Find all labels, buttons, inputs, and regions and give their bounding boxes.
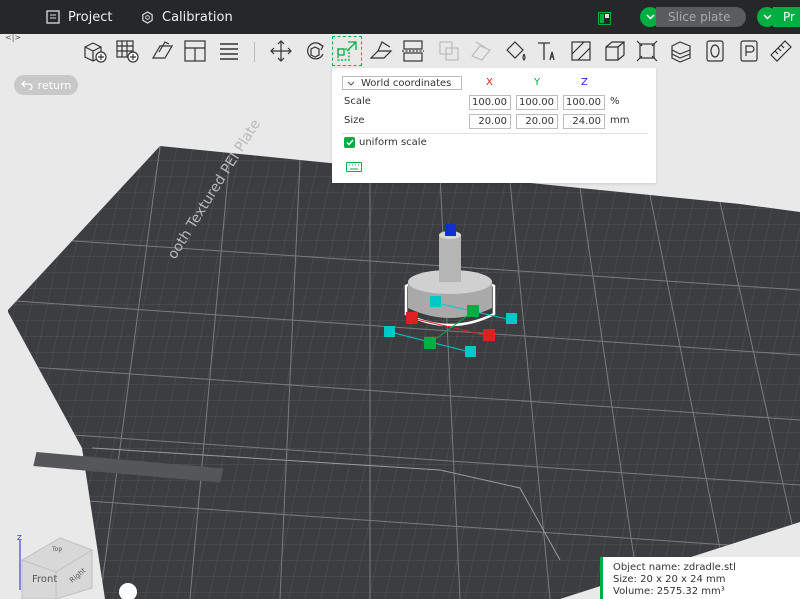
- axis-z-label: Z: [581, 77, 588, 88]
- lay-on-face-icon[interactable]: [366, 36, 396, 66]
- main-toolbar: [0, 34, 800, 68]
- panel-divider: [342, 133, 648, 134]
- coordinate-mode-select[interactable]: World coordinates: [342, 76, 462, 90]
- object-volume: Volume: 2575.32 mm³: [613, 586, 725, 597]
- scale-z-input[interactable]: 100.00: [563, 95, 605, 110]
- keyboard-shortcuts-icon[interactable]: [346, 162, 362, 175]
- scale-panel: World coordinates X Y Z Scale 100.00 100…: [332, 68, 656, 183]
- calibration-label: Calibration: [162, 9, 233, 25]
- size-unit: mm: [610, 115, 630, 126]
- project-icon: [46, 10, 60, 24]
- rotate-icon[interactable]: [300, 36, 330, 66]
- measure-face-icon[interactable]: [566, 36, 596, 66]
- ruler-icon[interactable]: [766, 36, 796, 66]
- scale-icon[interactable]: [332, 36, 362, 66]
- toolbar-divider: [254, 42, 255, 62]
- uniform-scale-toggle[interactable]: uniform scale: [344, 137, 427, 148]
- axis-x-label: X: [486, 77, 493, 88]
- print-plate-button[interactable]: Pr: [773, 7, 800, 27]
- scale-row-label: Scale: [344, 96, 371, 107]
- calibration-tab[interactable]: Calibration: [141, 0, 233, 34]
- add-plate-icon[interactable]: [112, 36, 142, 66]
- view-cube-top: Top: [51, 546, 62, 553]
- svg-text:Z: Z: [17, 534, 22, 542]
- arrange-icon[interactable]: [180, 36, 210, 66]
- brim-ears-icon[interactable]: [700, 36, 730, 66]
- cut-icon[interactable]: [398, 36, 428, 66]
- return-arrow-icon: [20, 80, 33, 90]
- text-tool-icon[interactable]: [532, 36, 562, 66]
- return-label: return: [37, 78, 72, 92]
- view-cube-front: Front: [32, 574, 57, 585]
- chevron-down-icon: [762, 14, 772, 20]
- calibration-icon: [142, 10, 153, 24]
- print-group: Pr: [757, 7, 800, 27]
- auto-orient-icon[interactable]: [148, 36, 178, 66]
- move-icon[interactable]: [266, 36, 296, 66]
- collapse-sidebar-icon[interactable]: <|>: [5, 33, 21, 42]
- coordinate-mode-value: World coordinates: [361, 77, 452, 89]
- plate-type-icon[interactable]: [734, 36, 764, 66]
- object-size: Size: 20 x 20 x 24 mm: [613, 574, 726, 585]
- variable-layer-icon[interactable]: [666, 36, 696, 66]
- object-name: Object name: zdradle.stl: [613, 562, 736, 573]
- layout-toggle-icon[interactable]: [598, 10, 611, 25]
- slice-plate-button[interactable]: Slice plate: [656, 7, 747, 27]
- color-paint-icon[interactable]: [500, 36, 530, 66]
- slice-group: Slice plate: [640, 7, 747, 27]
- size-row-label: Size: [344, 115, 365, 126]
- size-z-input[interactable]: 24.00: [563, 114, 605, 129]
- uniform-scale-checkbox[interactable]: [344, 137, 355, 148]
- project-tab[interactable]: Project: [46, 0, 112, 34]
- chevron-down-icon: [347, 81, 355, 86]
- size-y-input[interactable]: 20.00: [516, 114, 558, 129]
- size-x-input[interactable]: 20.00: [469, 114, 511, 129]
- return-button[interactable]: return: [14, 75, 78, 95]
- axis-y-label: Y: [534, 77, 541, 88]
- scale-x-input[interactable]: 100.00: [469, 95, 511, 110]
- uniform-scale-label: uniform scale: [359, 137, 427, 148]
- split-parts-icon[interactable]: [214, 36, 244, 66]
- add-object-icon[interactable]: [80, 36, 110, 66]
- cube-frame-icon[interactable]: [632, 36, 662, 66]
- assembly-icon[interactable]: [600, 36, 630, 66]
- support-paint-icon[interactable]: [466, 36, 496, 66]
- title-bar: Project Calibration Slice plate Pr: [0, 0, 800, 34]
- scale-unit: %: [610, 96, 620, 107]
- project-label: Project: [68, 9, 113, 25]
- scale-y-input[interactable]: 100.00: [516, 95, 558, 110]
- boolean-icon[interactable]: [434, 36, 464, 66]
- build-plate: [8, 146, 800, 599]
- checkmark-icon: [345, 139, 354, 146]
- object-info-panel: Object name: zdradle.stl Size: 20 x 20 x…: [600, 557, 800, 599]
- chevron-down-icon: [645, 14, 655, 20]
